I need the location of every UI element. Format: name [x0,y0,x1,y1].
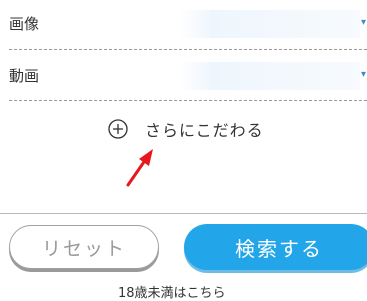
plus-circle-icon [108,119,128,139]
chevron-down-icon[interactable]: ▾ [361,70,367,80]
more-options-link[interactable]: さらにこだわる [108,116,264,142]
chevron-down-icon[interactable]: ▾ [361,18,367,28]
divider-dashed [9,100,367,101]
divider-dashed [9,49,367,50]
filter-row-image: 画像 ▾ [0,0,367,49]
filter-select-image[interactable] [180,10,360,38]
search-button[interactable]: 検索する [184,224,367,270]
filter-label-video: 動画 [9,67,40,85]
filter-row-video: 動画 ▾ [0,52,367,101]
red-arrow-icon [126,149,153,187]
filter-select-video[interactable] [180,62,360,90]
under-18-link[interactable]: 18歳未満はこちら [118,282,226,301]
section-divider [0,213,367,214]
filter-label-image: 画像 [9,15,40,33]
more-options-label: さらにこだわる [145,121,264,140]
reset-button[interactable]: リセット [9,225,159,269]
